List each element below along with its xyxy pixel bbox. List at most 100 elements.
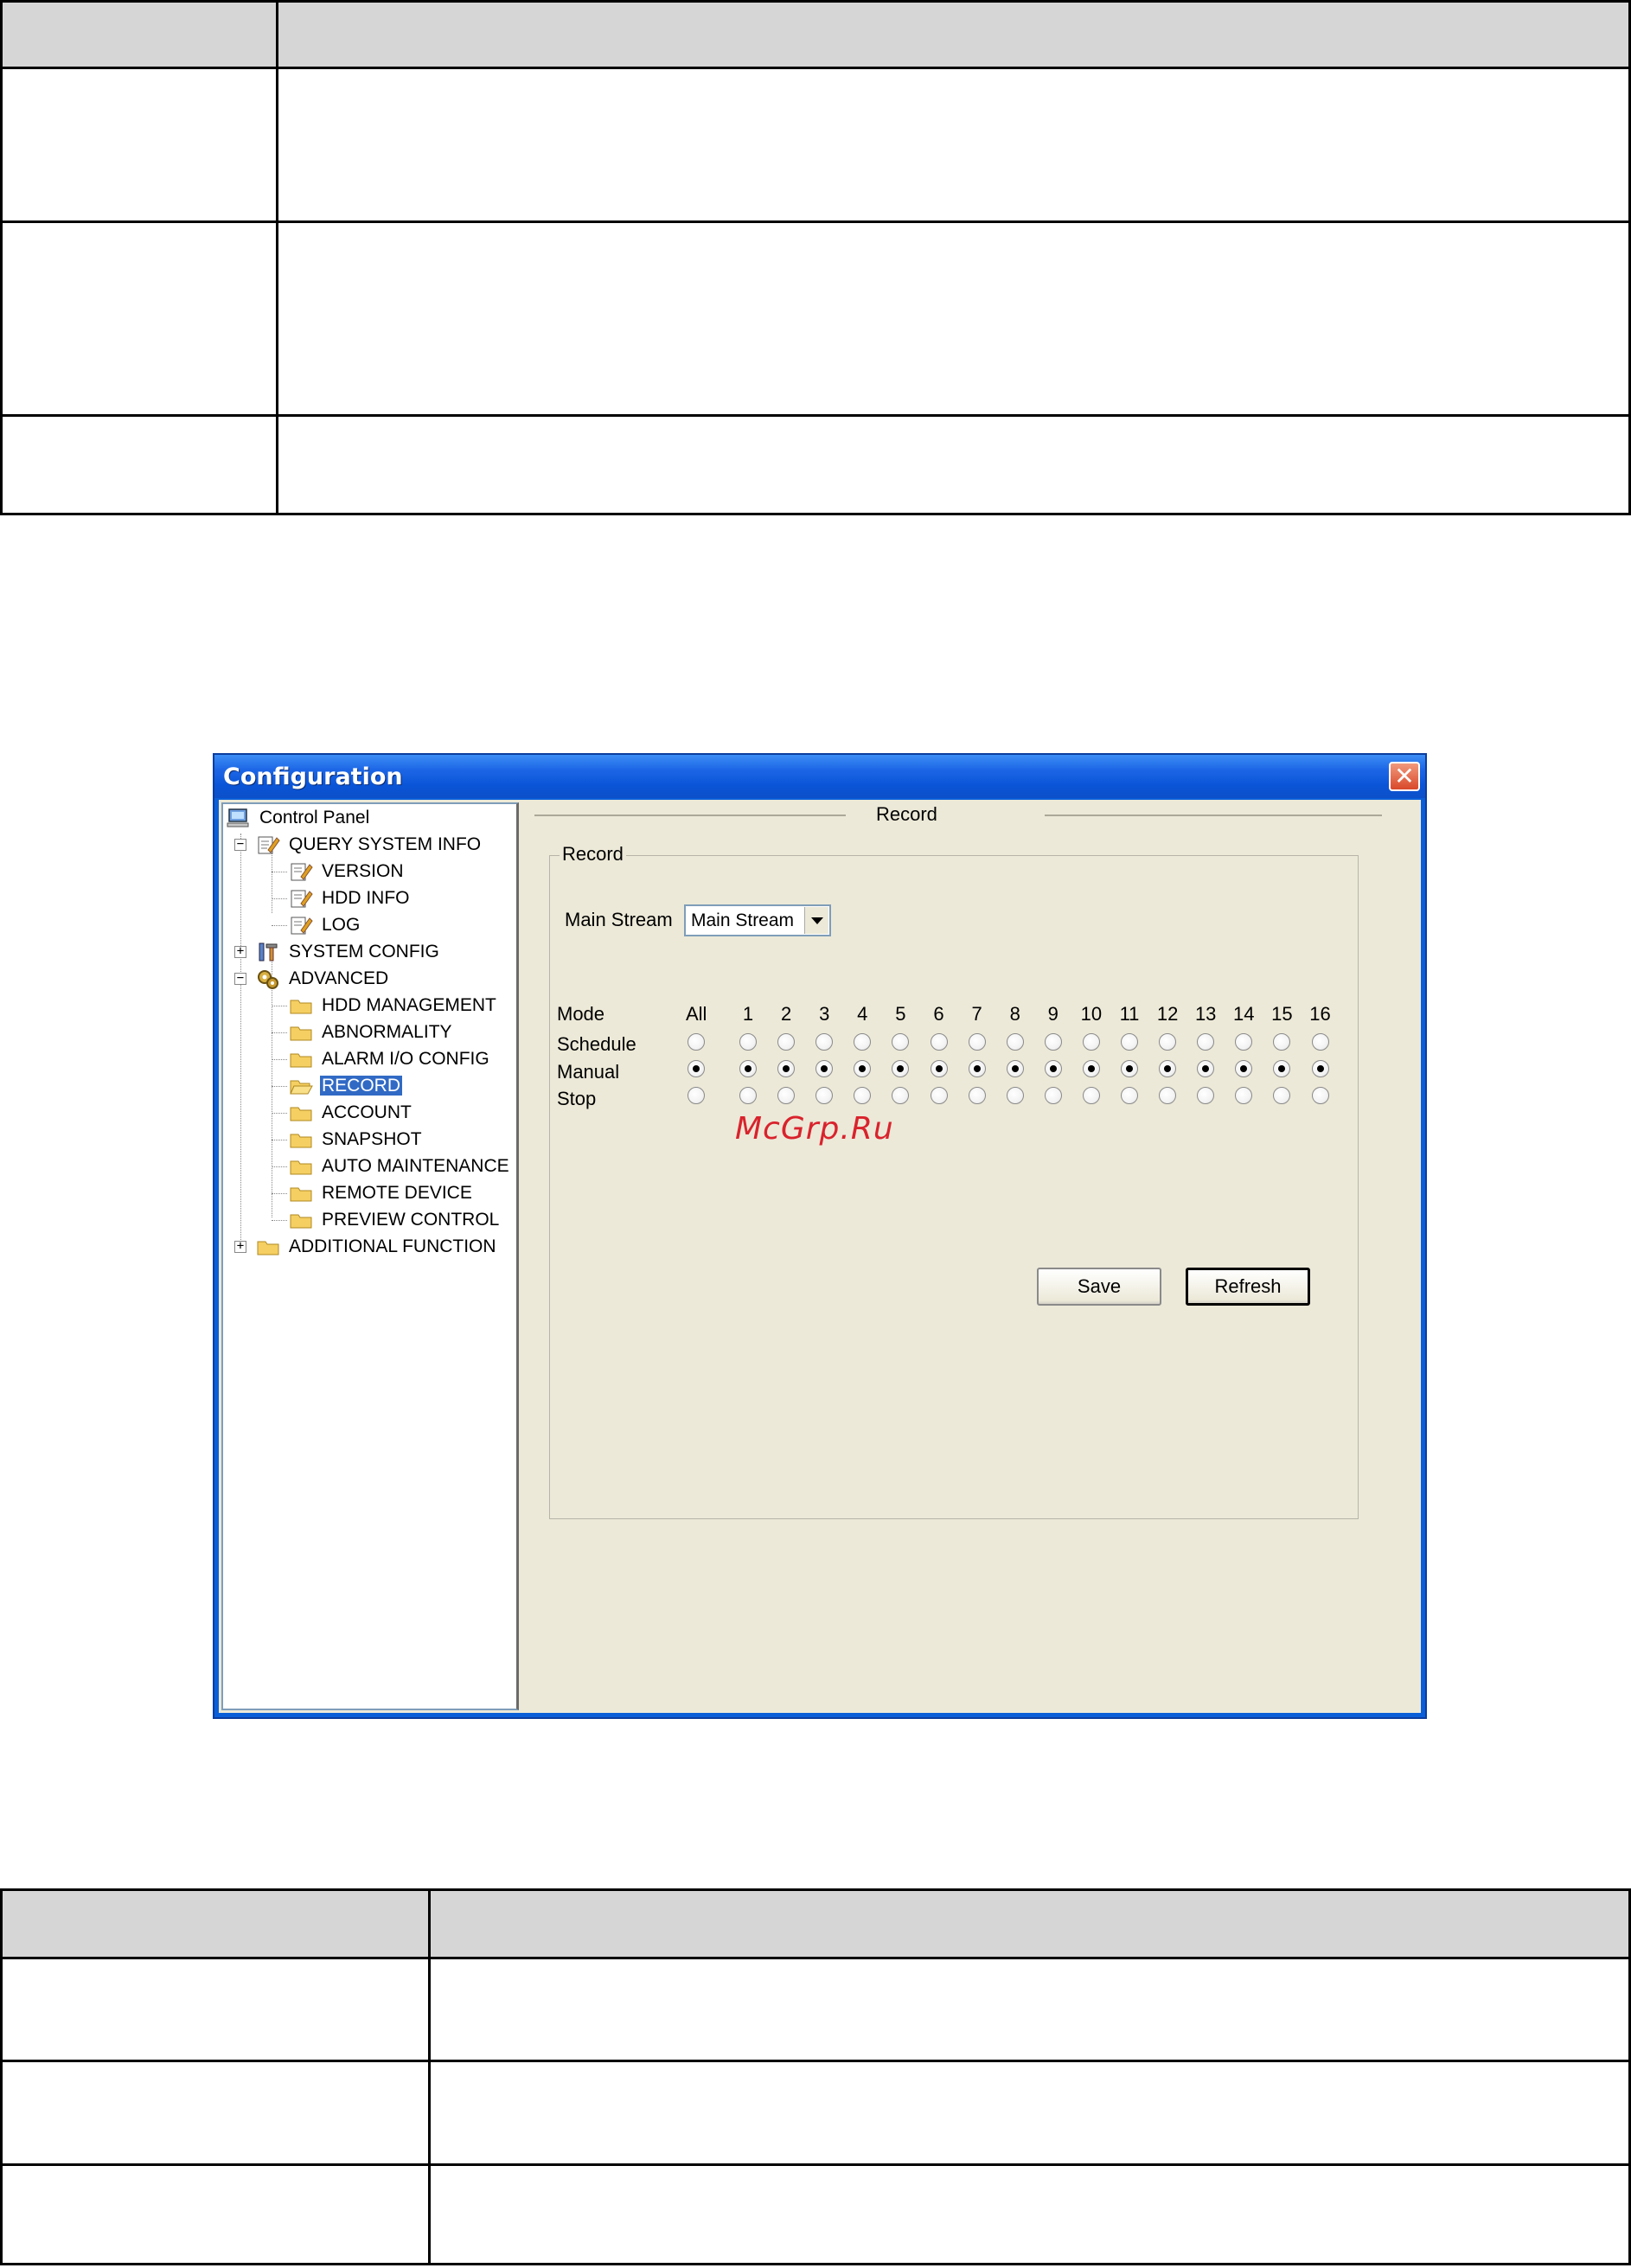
tree-item-control-panel[interactable]: Control Panel — [227, 805, 371, 831]
channel-radio[interactable] — [739, 1060, 757, 1077]
channel-header: 1 — [742, 1003, 754, 1025]
tree-item-remote-device[interactable]: REMOTE DEVICE — [289, 1180, 474, 1206]
tree-item-system-config[interactable]: SYSTEM CONFIG — [256, 939, 441, 965]
channel-header: 9 — [1047, 1003, 1059, 1025]
tree-item-abnormality[interactable]: ABNORMALITY — [289, 1019, 454, 1045]
channel-header: 12 — [1156, 1003, 1179, 1025]
channel-radio[interactable] — [930, 1087, 948, 1104]
tree-connector — [272, 1220, 287, 1221]
tree-item-hdd-management[interactable]: HDD MANAGEMENT — [289, 993, 498, 1019]
tree-item-label: PREVIEW CONTROL — [322, 1210, 500, 1230]
channel-radio[interactable] — [1006, 1087, 1024, 1104]
tools-icon — [259, 942, 278, 962]
channel-header: 2 — [780, 1003, 792, 1025]
channel-radio[interactable] — [968, 1033, 986, 1051]
tree-item-hdd-info[interactable]: HDD INFO — [289, 885, 412, 911]
channel-radio[interactable] — [968, 1087, 986, 1104]
channel-header: 6 — [933, 1003, 944, 1025]
channel-radio[interactable] — [930, 1060, 948, 1077]
tree-item-additional-function[interactable]: ADDITIONAL FUNCTION — [256, 1234, 498, 1260]
tree-item-label: SYSTEM CONFIG — [289, 942, 439, 962]
tree-item-version[interactable]: VERSION — [289, 859, 406, 885]
channel-radio[interactable] — [1082, 1060, 1100, 1077]
tree-item-label: ADDITIONAL FUNCTION — [289, 1236, 496, 1257]
mode-all-radio[interactable] — [688, 1087, 705, 1104]
channel-radio[interactable] — [1044, 1087, 1062, 1104]
tree-connector — [240, 834, 241, 1249]
save-button[interactable]: Save — [1037, 1268, 1161, 1306]
channel-radio[interactable] — [930, 1033, 948, 1051]
tree-item-auto-maintenance[interactable]: AUTO MAINTENANCE — [289, 1153, 511, 1179]
channel-radio[interactable] — [1006, 1033, 1024, 1051]
window-title: Configuration — [223, 763, 403, 790]
channel-header: 7 — [971, 1003, 982, 1025]
top-table-column-divider — [276, 3, 278, 513]
tree-item-query-system-info[interactable]: QUERY SYSTEM INFO — [256, 832, 483, 858]
watermark-text: McGrp.Ru — [735, 1111, 894, 1147]
tree-connector — [272, 1059, 287, 1060]
tree-item-record[interactable]: RECORD — [289, 1073, 403, 1099]
tree-item-label: AUTO MAINTENANCE — [322, 1156, 509, 1177]
channel-radio[interactable] — [1159, 1060, 1177, 1077]
channel-header: 3 — [819, 1003, 830, 1025]
channel-radio[interactable] — [777, 1087, 796, 1104]
channel-radio[interactable] — [968, 1060, 986, 1077]
tree-item-label: ACCOUNT — [322, 1102, 412, 1123]
channel-radio[interactable] — [777, 1060, 796, 1077]
channel-radio[interactable] — [1121, 1033, 1138, 1051]
channel-radio[interactable] — [1159, 1087, 1177, 1104]
channel-radio[interactable] — [1311, 1087, 1329, 1104]
mode-all-radio[interactable] — [688, 1033, 705, 1051]
channel-radio[interactable] — [739, 1087, 757, 1104]
channel-radio[interactable] — [1006, 1060, 1024, 1077]
channel-radio[interactable] — [1159, 1033, 1177, 1051]
tree-item-alarm-io-config[interactable]: ALARM I/O CONFIG — [289, 1046, 491, 1072]
channel-radio[interactable] — [1082, 1087, 1100, 1104]
channel-radio[interactable] — [1121, 1087, 1138, 1104]
folder-icon — [290, 1026, 312, 1041]
tree-item-preview-control[interactable]: PREVIEW CONTROL — [289, 1207, 501, 1233]
tree-item-label: QUERY SYSTEM INFO — [289, 834, 482, 855]
channel-radio[interactable] — [739, 1033, 757, 1051]
tree-item-label: Control Panel — [259, 808, 370, 828]
chevron-down-icon[interactable] — [804, 907, 828, 934]
window-client-area: Control Panel − QUERY SYSTEM INFO VERSIO… — [219, 800, 1421, 1713]
collapse-icon[interactable]: − — [234, 838, 246, 851]
channel-radio[interactable] — [1044, 1033, 1062, 1051]
mode-row-label: Schedule — [557, 1033, 636, 1055]
channel-radio[interactable] — [1311, 1060, 1329, 1077]
stream-dropdown[interactable]: Main Stream — [684, 904, 831, 936]
title-bar[interactable]: Configuration ✕ — [214, 755, 1425, 798]
collapse-icon[interactable]: − — [234, 972, 246, 985]
all-header: All — [686, 1003, 707, 1025]
channel-header: 16 — [1309, 1003, 1331, 1025]
bottom-table — [0, 1888, 1631, 2265]
control-panel-tree[interactable]: Control Panel − QUERY SYSTEM INFO VERSIO… — [221, 802, 519, 1710]
tree-item-advanced[interactable]: ADVANCED — [256, 966, 390, 992]
tree-item-account[interactable]: ACCOUNT — [289, 1100, 413, 1126]
channel-radio[interactable] — [1121, 1060, 1138, 1077]
refresh-button[interactable]: Refresh — [1186, 1268, 1310, 1306]
expand-icon[interactable]: + — [234, 1240, 246, 1253]
channel-header: 14 — [1233, 1003, 1255, 1025]
mode-all-radio[interactable] — [688, 1060, 705, 1077]
bottom-table-row — [3, 1957, 1628, 2060]
close-button[interactable]: ✕ — [1389, 762, 1420, 791]
top-table-header-row — [3, 3, 1628, 67]
tree-item-snapshot[interactable]: SNAPSHOT — [289, 1127, 424, 1153]
close-icon: ✕ — [1394, 762, 1415, 790]
tree-item-label: LOG — [322, 915, 361, 936]
tree-connector — [272, 1113, 287, 1114]
stream-label: Main Stream — [565, 909, 673, 930]
channel-radio[interactable] — [777, 1033, 796, 1051]
channel-header: 8 — [1009, 1003, 1020, 1025]
channel-radio[interactable] — [1311, 1033, 1329, 1051]
channel-radio[interactable] — [1044, 1060, 1062, 1077]
folder-icon — [290, 1107, 312, 1121]
channel-radio[interactable] — [1082, 1033, 1100, 1051]
top-table-row — [3, 67, 1628, 220]
tree-item-log[interactable]: LOG — [289, 912, 361, 938]
folder-icon — [290, 1053, 312, 1068]
top-table — [0, 0, 1631, 515]
expand-icon[interactable]: + — [234, 945, 246, 958]
